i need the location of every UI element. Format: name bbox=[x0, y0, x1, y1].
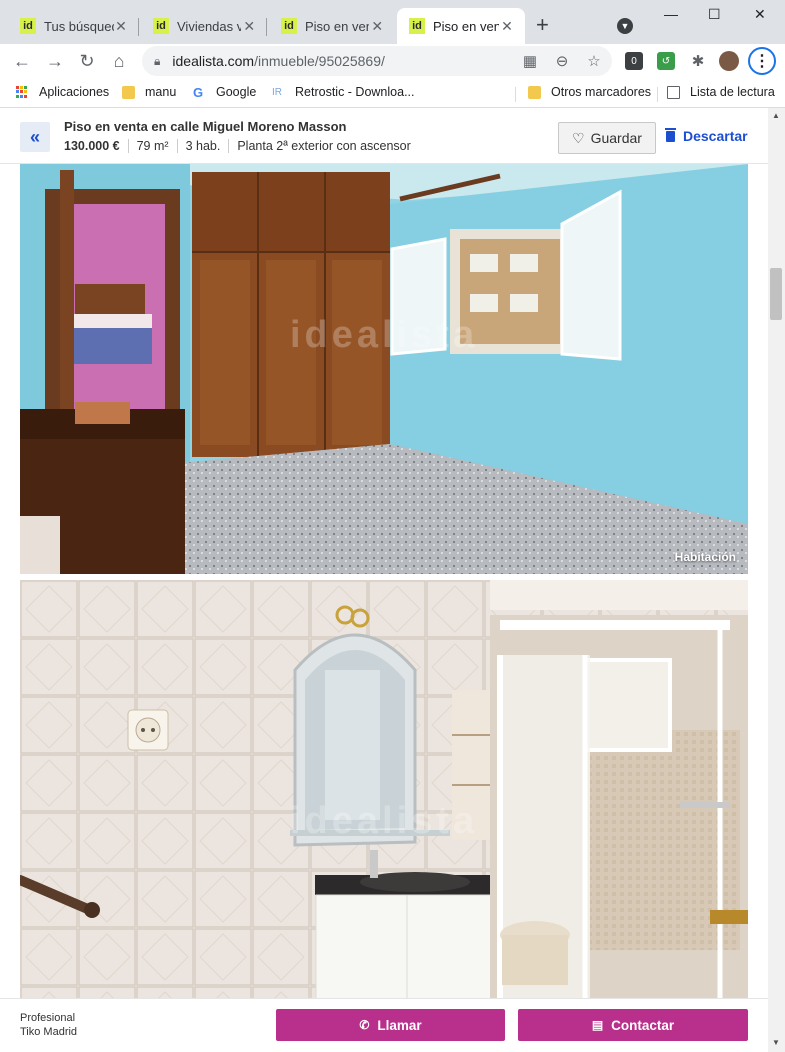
qr-code-icon[interactable]: ▦ bbox=[520, 52, 540, 70]
bedroom-photo-image bbox=[20, 164, 748, 574]
close-tab-icon[interactable]: ✕ bbox=[369, 18, 385, 35]
tab-piso-1[interactable]: id Piso en vent ✕ bbox=[261, 8, 395, 44]
bookmark-label: manu bbox=[145, 85, 177, 99]
listing-title: Piso en venta en calle Miguel Moreno Mas… bbox=[64, 119, 347, 134]
tab-strip: id Tus búsquedas ✕ id Viviendas ve ✕ id … bbox=[0, 0, 785, 44]
apps-grid-icon bbox=[16, 85, 29, 99]
maximize-icon[interactable]: ☐ bbox=[708, 6, 721, 23]
listing-photo-bathroom[interactable]: idealista bbox=[20, 580, 748, 1000]
meta-divider bbox=[228, 139, 230, 153]
idealista-favicon-icon: id bbox=[153, 18, 169, 34]
profile-avatar[interactable] bbox=[719, 51, 739, 71]
meta-divider bbox=[176, 139, 178, 153]
listing-sticky-header: « Piso en venta en calle Miguel Moreno M… bbox=[0, 108, 768, 164]
bookmark-divider bbox=[657, 87, 658, 102]
chrome-menu-icon[interactable]: ⋮ bbox=[748, 47, 776, 75]
bookmark-otros[interactable]: Otros marcadores bbox=[528, 85, 651, 99]
bookmark-label: Aplicaciones bbox=[39, 85, 110, 99]
tab-title: Piso en vent bbox=[433, 18, 499, 34]
meta-divider bbox=[127, 139, 129, 153]
scroll-thumb[interactable] bbox=[770, 268, 782, 320]
bookmark-google[interactable]: G Google bbox=[193, 85, 256, 99]
address-bar[interactable]: 🔒︎ idealista.com/inmueble/95025869/ bbox=[142, 46, 612, 76]
bookmark-label: Retrostic - Downloa... bbox=[295, 85, 415, 99]
bookmark-label: Google bbox=[216, 85, 257, 99]
tab-search-icon[interactable]: ▼ bbox=[617, 18, 633, 34]
close-tab-icon[interactable]: ✕ bbox=[241, 18, 257, 35]
idealista-favicon-icon: id bbox=[281, 18, 297, 34]
close-tab-icon[interactable]: ✕ bbox=[499, 18, 515, 35]
tab-viviendas[interactable]: id Viviendas ve ✕ bbox=[133, 8, 267, 44]
tab-searches[interactable]: id Tus búsquedas ✕ bbox=[0, 8, 138, 44]
folder-icon bbox=[122, 85, 135, 99]
back-arrow-icon[interactable]: ← bbox=[10, 50, 34, 72]
url-path: /inmueble/95025869/ bbox=[254, 53, 385, 69]
forward-arrow-icon[interactable]: → bbox=[43, 50, 67, 72]
photo-caption: Habitación bbox=[674, 550, 736, 564]
bookmark-divider bbox=[515, 87, 516, 102]
folder-icon bbox=[528, 85, 541, 99]
tab-title: Viviendas ve bbox=[177, 18, 242, 34]
discard-button[interactable]: Descartar bbox=[665, 127, 748, 144]
scroll-up-arrow-icon[interactable]: ▲ bbox=[772, 111, 780, 120]
contact-button[interactable]: ▤ Contactar bbox=[518, 1009, 748, 1041]
zoom-icon[interactable]: ⊖ bbox=[552, 52, 572, 70]
page-content: « Piso en venta en calle Miguel Moreno M… bbox=[0, 108, 768, 1052]
listing-area: 79 m² bbox=[136, 139, 169, 153]
extensions-puzzle-icon[interactable]: ✱ bbox=[688, 52, 708, 70]
idealista-favicon-icon: id bbox=[20, 18, 36, 34]
extension-counter-icon[interactable]: 0 bbox=[625, 52, 643, 70]
listing-rooms: 3 hab. bbox=[185, 139, 221, 153]
tab-piso-active[interactable]: id Piso en vent ✕ bbox=[397, 8, 525, 44]
listing-photo-bedroom[interactable]: idealista Habitación bbox=[20, 164, 748, 574]
bathroom-photo-image bbox=[20, 580, 748, 1000]
lock-icon[interactable]: 🔒︎ bbox=[154, 54, 160, 69]
bookmark-manu[interactable]: manu bbox=[122, 85, 176, 99]
listing-summary: 130.000 € 79 m² 3 hab. Planta 2ª exterio… bbox=[64, 139, 411, 153]
browser-toolbar: ← → ↻ ⌂ 🔒︎ idealista.com/inmueble/950258… bbox=[0, 44, 785, 80]
minimize-icon[interactable]: — bbox=[664, 6, 678, 22]
close-window-icon[interactable]: ✕ bbox=[754, 6, 766, 23]
reload-icon[interactable]: ↻ bbox=[75, 50, 99, 72]
url-host: idealista.com bbox=[172, 53, 255, 69]
bookmark-star-icon[interactable]: ☆ bbox=[584, 52, 604, 70]
contact-bar: Profesional Tiko Madrid ✆ Llamar ▤ Conta… bbox=[0, 998, 768, 1052]
tab-title: Tus búsquedas bbox=[44, 18, 114, 34]
save-label: Guardar bbox=[590, 130, 642, 146]
heart-icon: ♡ bbox=[572, 129, 585, 146]
google-g-icon: G bbox=[193, 84, 204, 100]
bookmark-reading-list[interactable]: Lista de lectura bbox=[667, 85, 775, 99]
home-icon[interactable]: ⌂ bbox=[107, 50, 131, 72]
save-button[interactable]: ♡ Guardar bbox=[558, 122, 656, 154]
call-label: Llamar bbox=[377, 1017, 422, 1033]
bookmark-apps[interactable]: Aplicaciones bbox=[16, 85, 109, 99]
bookmarks-bar: Aplicaciones manu G Google IR Retrostic … bbox=[0, 80, 785, 108]
bookmark-label: Lista de lectura bbox=[690, 85, 775, 99]
phone-icon: ✆ bbox=[359, 1018, 370, 1032]
agent-name: Tiko Madrid bbox=[20, 1026, 78, 1038]
chat-bubble-icon: ▤ bbox=[591, 1018, 604, 1032]
bookmark-retrostic[interactable]: IR Retrostic - Downloa... bbox=[272, 85, 414, 99]
close-tab-icon[interactable]: ✕ bbox=[114, 18, 128, 35]
trash-icon bbox=[665, 127, 676, 142]
extension-refresh-icon[interactable]: ↺ bbox=[657, 52, 675, 70]
contact-label: Contactar bbox=[611, 1017, 675, 1033]
scroll-down-arrow-icon[interactable]: ▼ bbox=[772, 1038, 780, 1047]
tab-title: Piso en vent bbox=[305, 18, 370, 34]
agent-type: Profesional bbox=[20, 1012, 76, 1024]
call-button[interactable]: ✆ Llamar bbox=[276, 1009, 505, 1041]
back-double-chevron-icon[interactable]: « bbox=[20, 122, 50, 152]
page-scrollbar[interactable]: ▲ ▼ bbox=[768, 108, 785, 1052]
idealista-favicon-icon: id bbox=[409, 18, 425, 34]
watermark-text: idealista bbox=[290, 314, 479, 356]
reading-list-icon bbox=[667, 85, 680, 99]
bookmark-label: Otros marcadores bbox=[551, 85, 652, 99]
listing-price: 130.000 € bbox=[64, 139, 120, 153]
retrostic-icon: IR bbox=[272, 86, 282, 98]
listing-floor: Planta 2ª exterior con ascensor bbox=[237, 139, 411, 153]
watermark-text: idealista bbox=[290, 800, 479, 842]
new-tab-plus-icon[interactable]: + bbox=[536, 14, 549, 36]
discard-label: Descartar bbox=[683, 128, 748, 144]
